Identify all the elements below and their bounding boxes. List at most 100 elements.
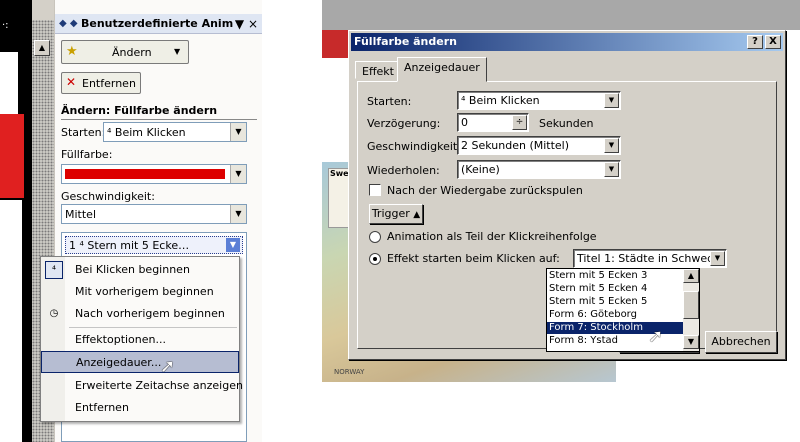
rewind-label: Nach der Wiedergabe zurückspulen — [387, 184, 583, 197]
menu-item-label: Effektoptionen... — [75, 333, 166, 346]
fill-color-swatch — [65, 169, 225, 179]
menu-item-effect-options[interactable]: Effektoptionen... — [41, 329, 239, 351]
custom-animation-area: ·: ▲ Benutzerdefinierte Anim ◆ ◆ ▼ × ★ Ä… — [0, 0, 262, 442]
menu-item-label: Anzeigedauer... — [76, 356, 162, 369]
taskpane-menu-arrow[interactable]: ▼ — [235, 17, 244, 31]
remove-star-icon: ✕ — [66, 75, 77, 89]
scroll-thumb[interactable] — [683, 291, 699, 319]
dropdown-option[interactable]: Stern mit 5 Ecken 3 — [547, 270, 683, 282]
slide-edge-red — [0, 114, 24, 198]
speed-select[interactable]: Mittel ▼ — [61, 204, 247, 224]
start-select[interactable]: ⁴ Beim Klicken ▼ — [457, 91, 621, 110]
slide-edge-white-lower — [0, 200, 22, 442]
effect-list-item-label: 1 ⁴ Stern mit 5 Ecke… — [69, 239, 190, 252]
radio-sequence[interactable] — [369, 231, 381, 243]
change-button-label: Ändern — [112, 46, 152, 59]
dropdown-option[interactable]: Form 6: Göteborg — [547, 309, 683, 321]
mouse-pointer-icon: ➚ — [160, 356, 176, 377]
taskpane-close-icon[interactable]: × — [248, 17, 258, 31]
close-button[interactable]: X — [765, 35, 781, 49]
fill-color-picker[interactable]: ▼ — [61, 164, 247, 184]
trigger-button[interactable]: Trigger ▲ — [369, 204, 423, 224]
section-title: Ändern: Füllfarbe ändern — [61, 104, 257, 120]
speed-select-value: 2 Sekunden (Mittel) — [461, 139, 570, 152]
tab-effect[interactable]: Effekt — [355, 61, 401, 79]
radio-sequence-label: Animation als Teil der Klickreihenfolge — [387, 230, 597, 243]
mouse-click-icon: ⁴ — [461, 94, 466, 107]
remove-button-label: Entfernen — [82, 77, 136, 90]
menu-item-remove[interactable]: Entfernen — [41, 397, 239, 419]
chevron-down-icon[interactable]: ▼ — [230, 123, 246, 141]
map-label: Swe — [330, 169, 349, 178]
change-effect-button[interactable]: ★ Ändern ▼ — [61, 40, 189, 64]
delay-spinner[interactable]: 0 ÷ — [457, 113, 529, 132]
chevron-down-icon[interactable]: ▼ — [710, 251, 725, 266]
menu-item-start-on-click[interactable]: ⁴ Bei Klicken beginnen — [41, 259, 239, 281]
delay-value: 0 — [461, 116, 468, 129]
chevron-down-icon[interactable]: ▼ — [604, 93, 619, 108]
mouse-pointer-icon: ➚ — [648, 326, 664, 347]
trigger-shape-dropdown: Stern mit 5 Ecken 3 Stern mit 5 Ecken 4 … — [546, 268, 700, 352]
delay-label: Verzögerung: — [367, 117, 441, 130]
dropdown-option[interactable]: Stern mit 5 Ecken 4 — [547, 283, 683, 295]
tab-timing[interactable]: Anzeigedauer — [397, 57, 487, 82]
star-effect-icon: ★ — [66, 44, 78, 59]
taskpane-controls[interactable]: ▼ × — [235, 14, 258, 34]
speed-select-value: Mittel — [65, 208, 96, 221]
map-label-norway: NORWAY — [334, 368, 365, 376]
scroll-up-button[interactable]: ▲ — [683, 269, 699, 283]
effect-list-item[interactable]: 1 ⁴ Stern mit 5 Ecke… ▼ — [65, 236, 243, 254]
menu-item-label: Bei Klicken beginnen — [75, 263, 190, 276]
window-background-bar — [322, 0, 800, 30]
radio-click-on[interactable] — [369, 253, 381, 265]
taskpane-title: Benutzerdefinierte Anim — [55, 14, 262, 34]
mouse-click-icon: ⁴ — [107, 126, 112, 139]
dropdown-scrollbar[interactable]: ▲ ▼ — [683, 269, 699, 351]
menu-item-with-previous[interactable]: Mit vorherigem beginnen — [41, 281, 239, 303]
mouse-click-icon: ⁴ — [45, 261, 63, 279]
chevron-down-icon[interactable]: ▼ — [226, 238, 240, 252]
menu-item-label: Entfernen — [75, 401, 129, 414]
trigger-button-label: Trigger — [371, 207, 410, 220]
start-select[interactable]: ⁴ Beim Klicken ▼ — [103, 122, 247, 142]
fill-color-label: Füllfarbe: — [61, 148, 113, 161]
chevron-down-icon: ▼ — [174, 47, 181, 56]
clock-icon: ◷ — [49, 308, 59, 319]
scroll-down-button[interactable]: ▼ — [683, 335, 699, 349]
menu-item-advanced-timeline[interactable]: Erweiterte Zeitachse anzeigen — [41, 375, 243, 397]
trigger-shape-select[interactable]: Titel 1: Städte in Schweden ▼ — [573, 249, 727, 268]
repeat-select[interactable]: (Keine) ▼ — [457, 160, 621, 179]
spinner-arrows-icon[interactable]: ÷ — [512, 115, 527, 130]
scroll-up-button[interactable]: ▲ — [34, 40, 50, 56]
cancel-button[interactable]: Abbrechen — [705, 331, 777, 353]
menu-item-label: Mit vorherigem beginnen — [75, 285, 214, 298]
effect-context-menu: ⁴ Bei Klicken beginnen Mit vorherigem be… — [40, 256, 243, 422]
menu-item-label: Nach vorherigem beginnen — [75, 307, 225, 320]
repeat-label: Wiederholen: — [367, 164, 440, 177]
menu-item-label: Erweiterte Zeitachse anzeigen — [75, 379, 243, 392]
chevron-down-icon[interactable]: ▼ — [230, 205, 246, 223]
remove-button[interactable]: ✕ Entfernen — [61, 72, 141, 94]
chevron-down-icon[interactable]: ▼ — [604, 138, 619, 153]
start-select-value: Beim Klicken — [114, 126, 186, 139]
help-button[interactable]: ? — [747, 35, 763, 49]
speed-select[interactable]: 2 Sekunden (Mittel) ▼ — [457, 136, 621, 155]
slide-edge-text: ·: — [2, 20, 9, 31]
dropdown-option[interactable]: Stern mit 5 Ecken 5 — [547, 296, 683, 308]
start-label: Starten: — [367, 95, 412, 108]
splitter-top — [32, 0, 54, 20]
rewind-checkbox[interactable] — [369, 184, 381, 196]
chevron-down-icon[interactable]: ▼ — [604, 162, 619, 177]
speed-label: Geschwindigkeit: — [61, 190, 155, 203]
menu-item-after-previous[interactable]: ◷ Nach vorherigem beginnen — [41, 303, 239, 325]
radio-click-on-label: Effekt starten beim Klicken auf: — [387, 252, 560, 265]
taskpane-nav-icons[interactable]: ◆ ◆ — [59, 14, 78, 34]
start-select-value: Beim Klicken — [468, 94, 540, 107]
delay-unit: Sekunden — [539, 117, 594, 130]
menu-item-timing[interactable]: Anzeigedauer... — [41, 351, 239, 373]
dialog-title: Füllfarbe ändern — [351, 33, 783, 51]
chevron-up-icon: ▲ — [413, 210, 421, 220]
chevron-down-icon[interactable]: ▼ — [230, 165, 246, 183]
speed-label: Geschwindigkeit: — [367, 140, 461, 153]
trigger-shape-value: Titel 1: Städte in Schweden — [577, 252, 711, 265]
